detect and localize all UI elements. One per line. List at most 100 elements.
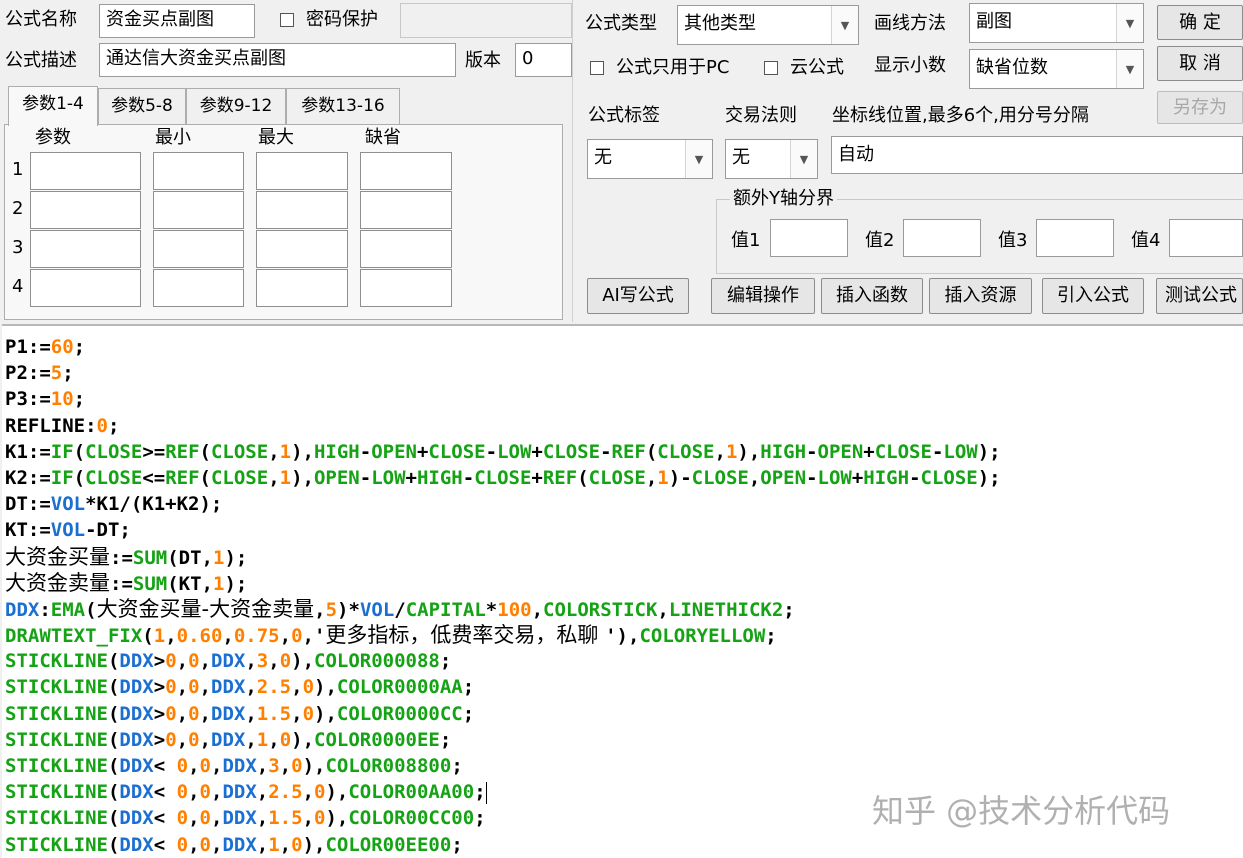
param-min-input[interactable] [153,230,244,268]
code-token: , [268,728,280,751]
code-token: REFLINE: [5,414,97,437]
code-token: ; [439,650,452,673]
code-token: - [359,466,372,489]
code-token: , [165,625,177,648]
formula-name-input[interactable]: 资金买点副图 [99,4,255,38]
param-name-input[interactable] [30,191,141,229]
test-formula-button[interactable]: 测试公式 [1156,278,1243,314]
code-token: 1 [212,572,225,595]
tab-params-5-8[interactable]: 参数5-8 [98,88,186,124]
cancel-button[interactable]: 取 消 [1157,46,1243,81]
param-min-input[interactable] [153,269,244,307]
draw-method-select[interactable]: 副图 ▼ [969,3,1144,43]
param-min-input[interactable] [153,191,244,229]
code-token: ), [302,833,326,856]
trade-rule-select[interactable]: 无 ▼ [725,139,818,179]
param-default-input[interactable] [360,269,452,307]
code-token: , [268,466,280,489]
param-name-input[interactable] [30,230,141,268]
import-formula-button[interactable]: 引入公式 [1042,278,1144,314]
code-token: < [153,833,177,856]
code-token: DDX [119,833,154,856]
param-header-name: 参数 [35,127,71,148]
code-token: 0 [302,702,315,725]
password-input[interactable] [400,3,572,38]
code-token: COLORSTICK [543,598,658,621]
version-input[interactable]: 0 [515,43,572,77]
formula-desc-input[interactable]: 通达信大资金买点副图 [99,43,456,77]
param-row-number: 2 [12,198,24,219]
code-token: 2.5 [268,781,303,804]
param-min-input[interactable] [153,152,244,190]
decimals-label: 显示小数 [874,55,946,76]
param-header-max: 最大 [258,127,294,148]
pc-only-checkbox[interactable] [590,61,604,75]
ai-formula-button[interactable]: AI写公式 [587,278,689,314]
code-token: OPEN [817,440,864,463]
code-token: <= [142,466,166,489]
code-token: 0 [165,676,177,699]
param-default-input[interactable] [360,152,452,190]
code-token: , [210,807,223,830]
code-token: OPEN [313,466,360,489]
code-token: CLOSE [542,440,601,463]
code-token: DDX [211,728,246,751]
param-max-input[interactable] [256,191,348,229]
param-name-input[interactable] [30,269,141,307]
y-value-1-input[interactable] [770,219,848,257]
y-value-4-input[interactable] [1169,219,1243,257]
param-name-input[interactable] [30,152,141,190]
code-token: COLOR0000AA [336,676,463,699]
y-value-3-input[interactable] [1036,219,1114,257]
y-value-label: 值2 [865,230,895,251]
code-line: STICKLINE(DDX>0,0,DDX,1,0),COLOR0000EE; [5,727,1001,753]
formula-code-editor[interactable]: P1:=60; P2:=5; P3:=10; REFLINE:0; K1:=IF(CLO… [2,324,1243,858]
password-checkbox[interactable] [280,13,294,27]
code-token: , [279,755,292,777]
code-token: , [210,833,223,856]
chevron-down-icon: ▼ [1116,4,1143,42]
code-token: < [153,755,177,777]
tab-params-9-12[interactable]: 参数9-12 [186,88,286,124]
code-token: 3 [268,755,280,777]
insert-resource-button[interactable]: 插入资源 [929,278,1032,314]
decimals-select[interactable]: 缺省位数 ▼ [969,49,1144,89]
param-max-input[interactable] [256,152,348,190]
code-token: + [416,440,429,463]
code-token: DDX [222,781,257,804]
code-token: ( [199,466,211,489]
code-line: KT:=VOL-DT; [5,517,1001,543]
code-token: COLOR00AA00 [348,781,475,804]
code-line: STICKLINE(DDX< 0,0,DDX,2.5,0),COLOR00AA0… [5,779,1001,805]
code-token: 1 [268,833,280,856]
y-value-2-input[interactable] [903,219,981,257]
formula-type-label: 公式类型 [585,13,657,34]
code-token: , [199,728,211,751]
ok-button[interactable]: 确 定 [1157,5,1243,40]
cloud-formula-checkbox[interactable] [764,61,778,75]
edit-operations-button[interactable]: 编辑操作 [711,278,815,314]
insert-function-button[interactable]: 插入函数 [821,278,923,314]
tag-select[interactable]: 无 ▼ [587,139,713,179]
code-token: ( [199,440,211,463]
tab-params-1-4[interactable]: 参数1-4 [8,86,98,126]
code-token: CLOSE [210,440,269,463]
formula-type-select[interactable]: 其他类型 ▼ [677,5,859,45]
tab-params-13-16[interactable]: 参数13-16 [286,88,400,124]
code-token: 100 [497,598,532,621]
code-token: 0 [291,625,303,648]
code-token: SUM [132,572,168,595]
code-token: VOL [50,493,86,516]
param-default-input[interactable] [360,230,452,268]
param-max-input[interactable] [256,269,348,307]
param-max-input[interactable] [256,230,348,268]
code-token: ), [302,755,326,777]
code-token: - [600,440,612,463]
param-default-input[interactable] [360,191,452,229]
axis-position-input[interactable]: 自动 [831,136,1243,174]
code-token: ; [474,781,486,804]
code-token: SUM [132,546,168,569]
code-token: ; [474,807,486,830]
save-as-button[interactable]: 另存为 [1157,91,1243,124]
code-token: REF [611,440,646,463]
